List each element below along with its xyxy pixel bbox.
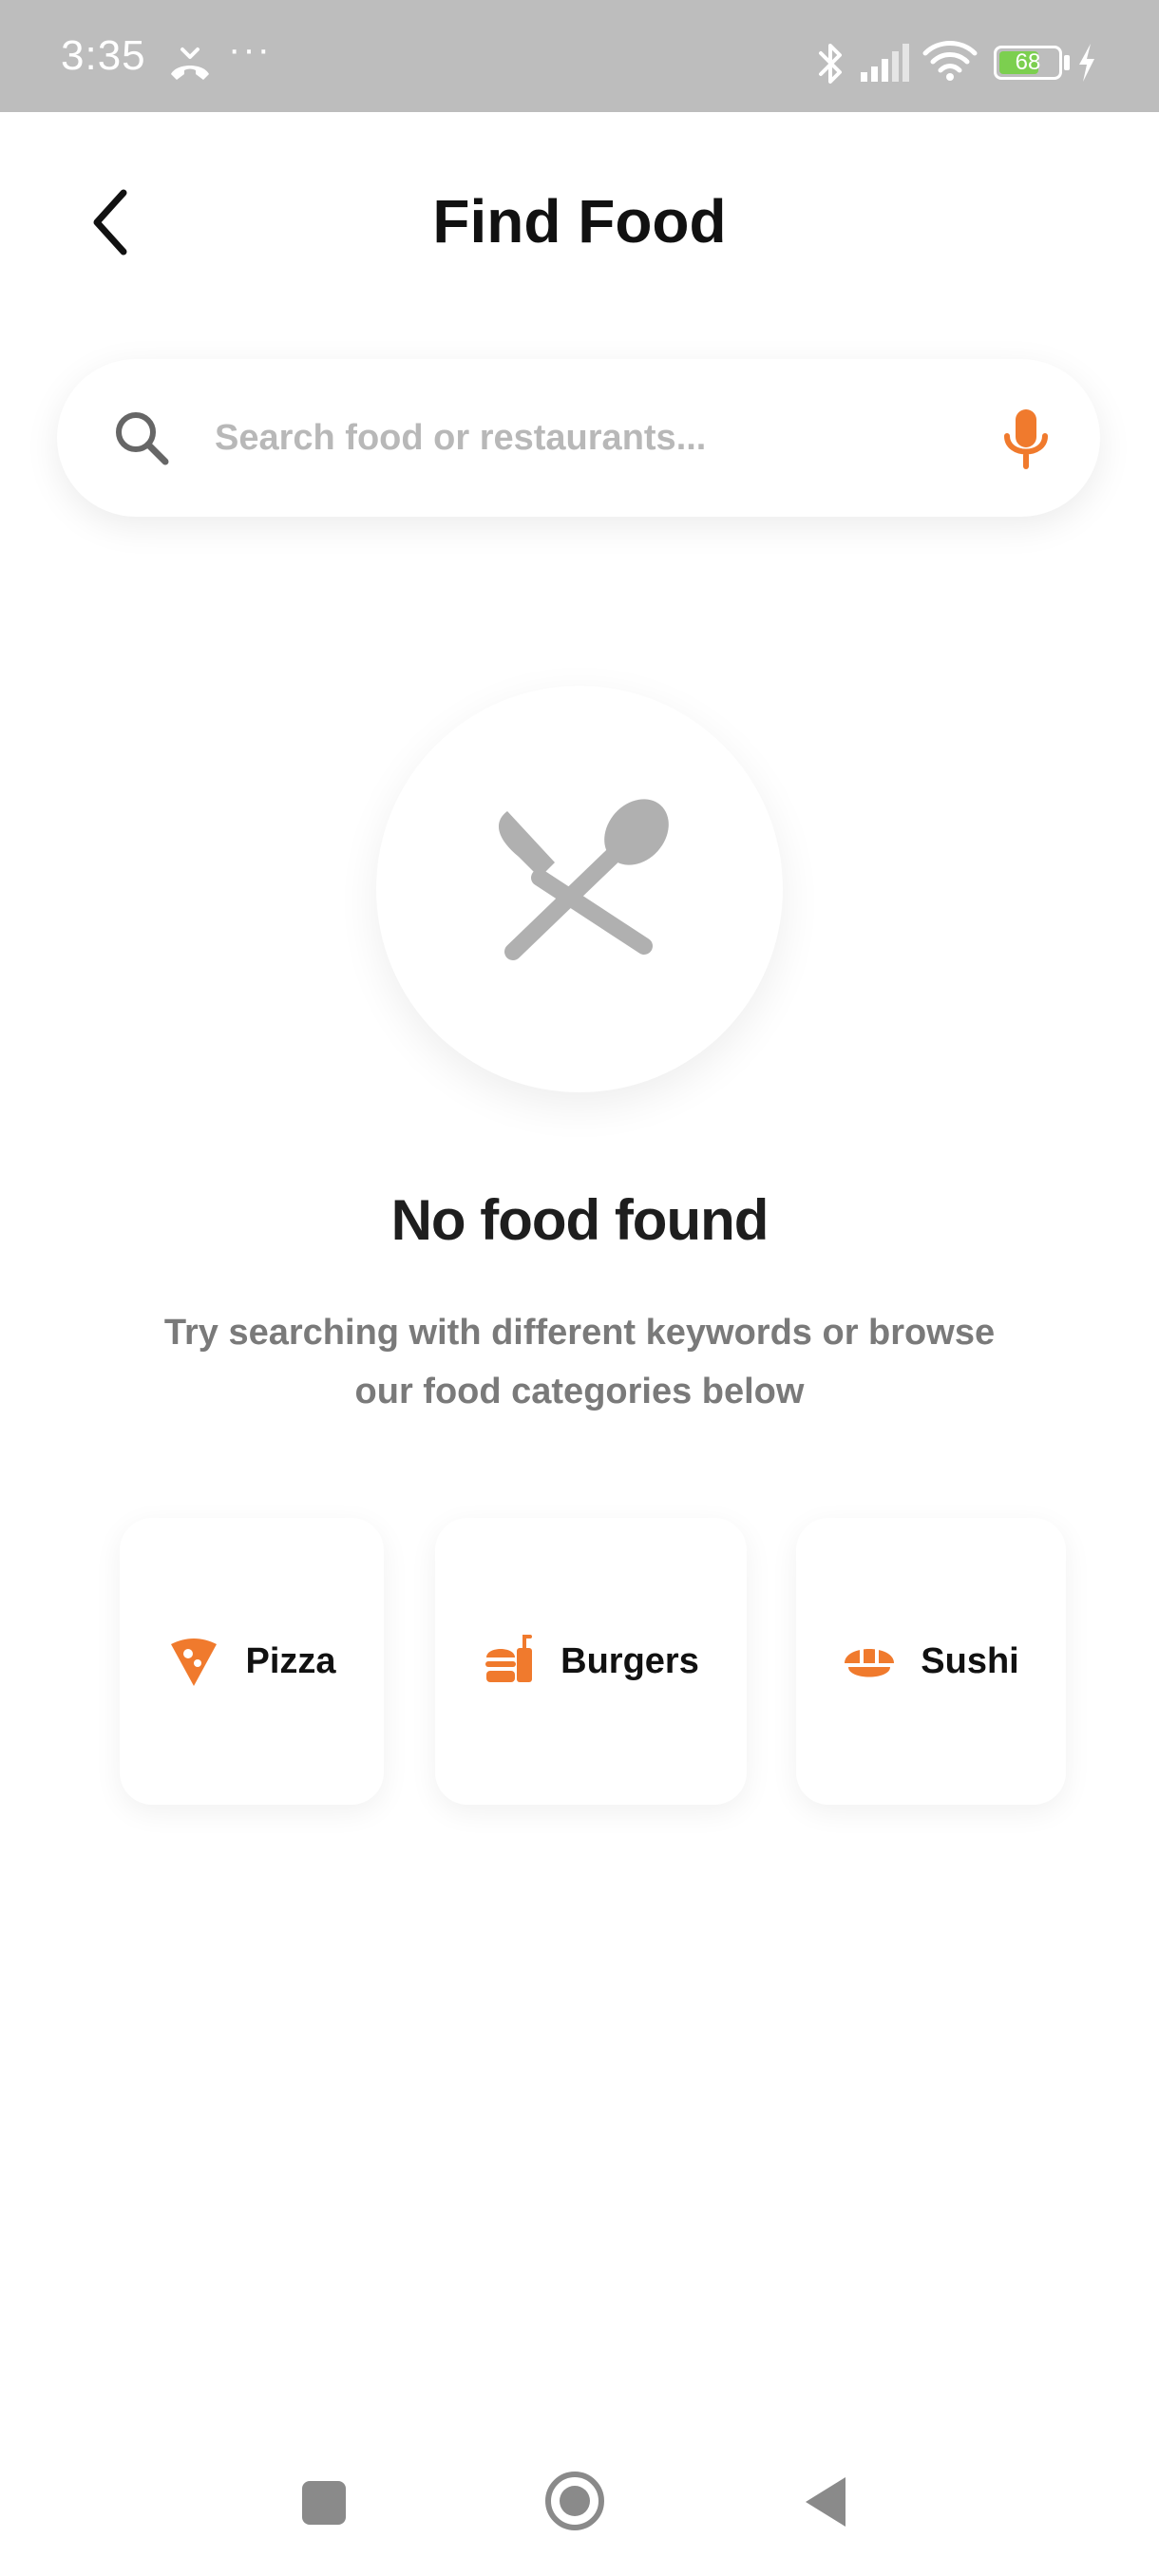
category-card-sushi[interactable]: Sushi: [796, 1518, 1066, 1805]
battery-level: 68: [1015, 49, 1041, 75]
mic-button[interactable]: [988, 401, 1064, 477]
battery-indicator: 68: [994, 46, 1062, 80]
pizza-slice-icon: [171, 1638, 218, 1686]
empty-state-illustration: [376, 686, 783, 1092]
missed-call-icon: [171, 47, 209, 80]
search-icon: [116, 412, 169, 465]
battery-tip: [1064, 55, 1070, 70]
empty-state-message: Try searching with different keywords or…: [163, 1313, 996, 1411]
sushi-icon: [845, 1648, 895, 1677]
category-label: Sushi: [921, 1640, 1019, 1681]
signal-icon: [861, 44, 909, 82]
charging-icon: [1079, 44, 1094, 82]
category-card-burgers[interactable]: Burgers: [435, 1518, 747, 1805]
category-label: Burgers: [560, 1640, 699, 1681]
nav-back-button[interactable]: [802, 2473, 849, 2530]
home-button[interactable]: [543, 2470, 606, 2532]
recent-apps-button[interactable]: [302, 2481, 346, 2525]
burger-icon: [485, 1635, 533, 1682]
more-notifications-icon: ···: [228, 28, 272, 70]
category-label: Pizza: [245, 1640, 336, 1681]
empty-state-title: No food found: [390, 1188, 770, 1252]
status-bar: 3:35 ··· 68: [0, 0, 1159, 112]
search-bar[interactable]: [57, 359, 1100, 517]
category-card-pizza[interactable]: Pizza: [120, 1518, 384, 1805]
search-input[interactable]: [215, 397, 975, 479]
utensils-icon: [498, 799, 669, 960]
bluetooth-icon: [819, 44, 842, 84]
page-title: Find Food: [432, 187, 727, 256]
microphone-icon: [1004, 409, 1048, 469]
wifi-icon: [922, 41, 978, 81]
status-time: 3:35: [61, 32, 146, 79]
